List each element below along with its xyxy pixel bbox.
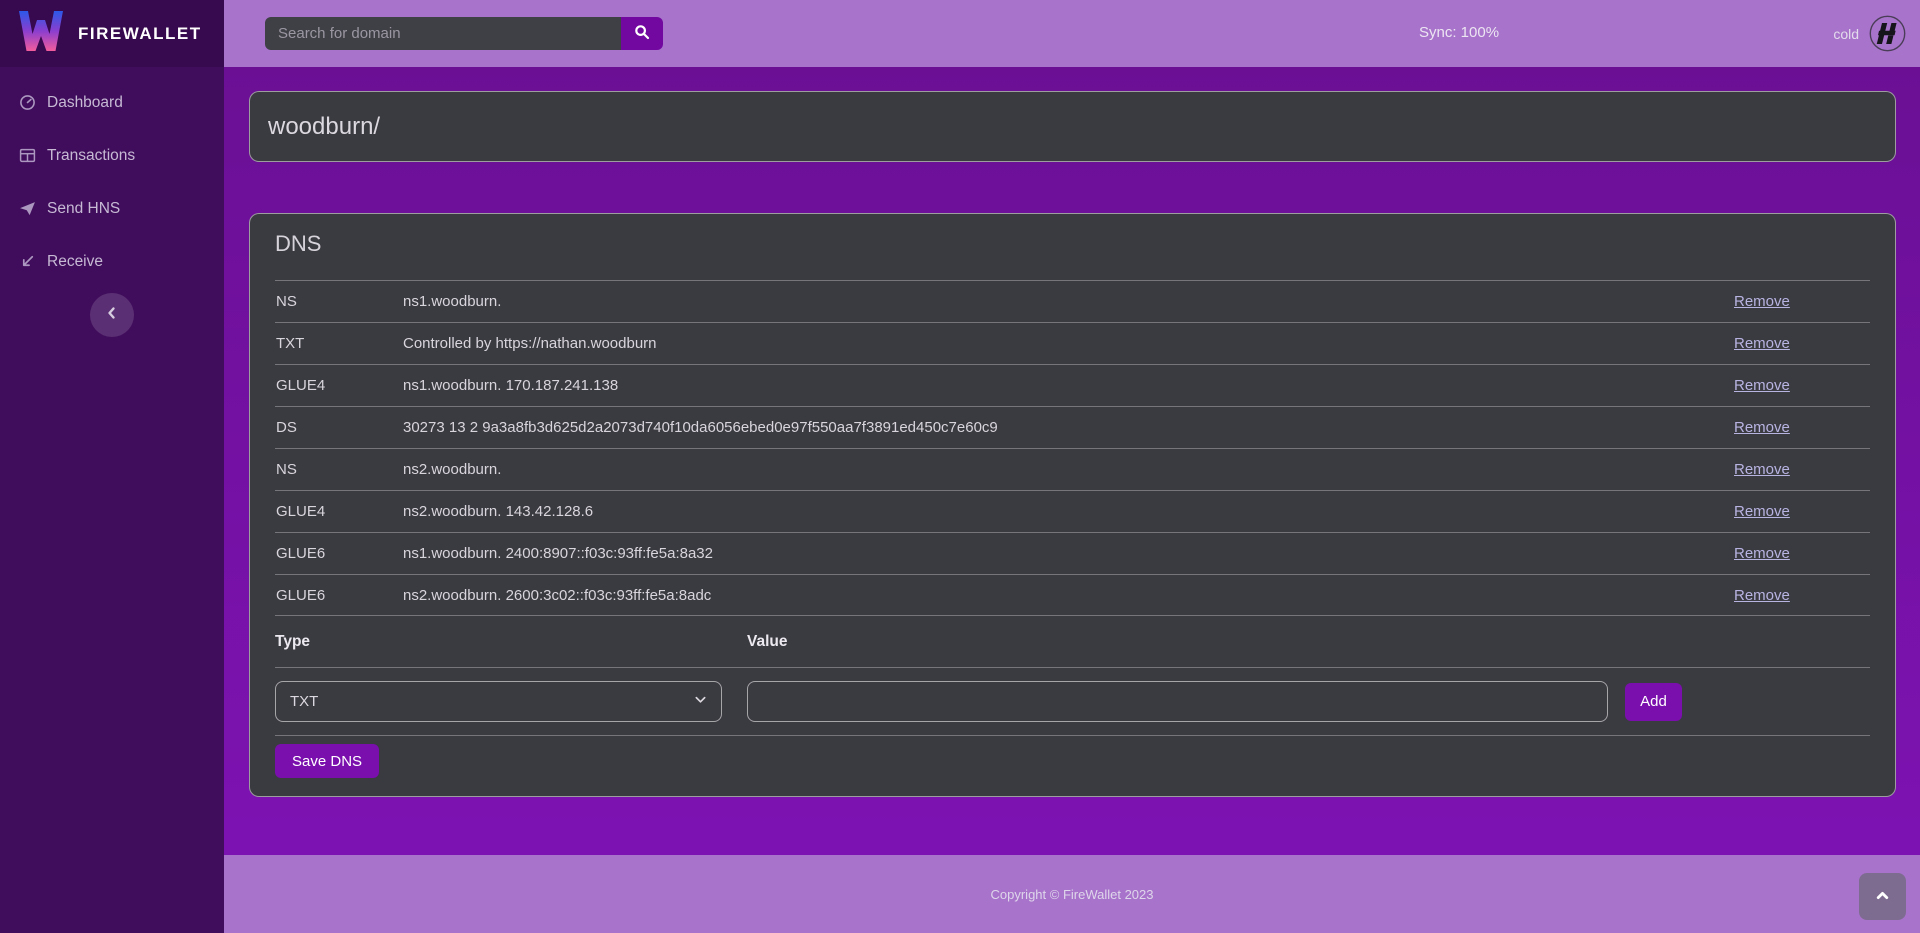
dns-record-row: NS ns1.woodburn. Remove bbox=[275, 280, 1870, 322]
sidebar-nav: Dashboard Transactions S bbox=[0, 81, 224, 283]
record-value: ns2.woodburn. 2600:3c02::f03c:93ff:fe5a:… bbox=[403, 587, 1734, 604]
record-type: GLUE6 bbox=[275, 545, 403, 562]
dns-record-row: DS 30273 13 2 9a3a8fb3d625d2a2073d740f10… bbox=[275, 406, 1870, 448]
record-value: ns1.woodburn. 2400:8907::f03c:93ff:fe5a:… bbox=[403, 545, 1734, 562]
remove-record-link[interactable]: Remove bbox=[1734, 377, 1790, 394]
add-record-header: Type Value bbox=[275, 616, 1870, 668]
dns-record-row: NS ns2.woodburn. Remove bbox=[275, 448, 1870, 490]
dns-card: DNS NS ns1.woodburn. Remove TXT Controll… bbox=[249, 213, 1896, 797]
search-input[interactable] bbox=[265, 17, 621, 50]
save-dns-button[interactable]: Save DNS bbox=[275, 744, 379, 778]
record-value: ns1.woodburn. 170.187.241.138 bbox=[403, 377, 1734, 394]
paper-plane-icon bbox=[19, 200, 36, 217]
add-record-form: TXT Add bbox=[275, 668, 1870, 736]
dns-record-row: GLUE4 ns2.woodburn. 143.42.128.6 Remove bbox=[275, 490, 1870, 532]
remove-record-link[interactable]: Remove bbox=[1734, 503, 1790, 520]
chevron-down-icon bbox=[694, 693, 707, 710]
dns-record-row: GLUE6 ns2.woodburn. 2600:3c02::f03c:93ff… bbox=[275, 574, 1870, 616]
dns-record-row: GLUE4 ns1.woodburn. 170.187.241.138 Remo… bbox=[275, 364, 1870, 406]
dns-records-table: NS ns1.woodburn. Remove TXT Controlled b… bbox=[275, 280, 1870, 616]
sidebar-item-send-hns[interactable]: Send HNS bbox=[0, 187, 224, 230]
footer: Copyright © FireWallet 2023 bbox=[224, 855, 1920, 933]
dns-card-title: DNS bbox=[250, 214, 1895, 258]
remove-record-link[interactable]: Remove bbox=[1734, 545, 1790, 562]
sidebar-item-label: Dashboard bbox=[47, 94, 123, 112]
sidebar-item-label: Send HNS bbox=[47, 200, 120, 218]
gauge-icon bbox=[19, 94, 36, 111]
brand[interactable]: FIREWALLET bbox=[0, 0, 224, 67]
sidebar-item-receive[interactable]: Receive bbox=[0, 240, 224, 283]
type-column-header: Type bbox=[275, 633, 747, 651]
domain-search bbox=[265, 17, 663, 50]
sidebar-collapse-button[interactable] bbox=[90, 293, 134, 337]
record-value: ns2.woodburn. bbox=[403, 461, 1734, 478]
topbar: Sync: 100% cold bbox=[224, 0, 1920, 67]
sidebar-item-label: Transactions bbox=[47, 147, 135, 165]
chevron-left-icon bbox=[105, 306, 119, 325]
record-type: NS bbox=[275, 293, 403, 310]
record-value: ns2.woodburn. 143.42.128.6 bbox=[403, 503, 1734, 520]
record-type: NS bbox=[275, 461, 403, 478]
record-type: GLUE6 bbox=[275, 587, 403, 604]
record-value: 30273 13 2 9a3a8fb3d625d2a2073d740f10da6… bbox=[403, 419, 1734, 436]
sidebar-item-transactions[interactable]: Transactions bbox=[0, 134, 224, 177]
main-content: woodburn/ DNS NS ns1.woodburn. Remove TX… bbox=[224, 67, 1920, 855]
dns-value-input[interactable] bbox=[747, 681, 1608, 722]
dns-record-row: TXT Controlled by https://nathan.woodbur… bbox=[275, 322, 1870, 364]
record-type: TXT bbox=[275, 335, 403, 352]
remove-record-link[interactable]: Remove bbox=[1734, 419, 1790, 436]
search-button[interactable] bbox=[621, 17, 663, 50]
record-type: DS bbox=[275, 419, 403, 436]
sidebar: FIREWALLET Dashboard bbox=[0, 0, 224, 933]
record-type: GLUE4 bbox=[275, 503, 403, 520]
dns-type-select[interactable]: TXT bbox=[275, 681, 722, 722]
sidebar-item-label: Receive bbox=[47, 253, 103, 271]
add-record-button[interactable]: Add bbox=[1625, 683, 1682, 721]
remove-record-link[interactable]: Remove bbox=[1734, 587, 1790, 604]
firewallet-app: Sync: 100% cold bbox=[0, 0, 1920, 933]
brand-name: FIREWALLET bbox=[78, 24, 202, 44]
scroll-to-top-button[interactable] bbox=[1859, 873, 1906, 920]
wallet-status: cold bbox=[1833, 0, 1906, 67]
dns-type-selected-value: TXT bbox=[290, 693, 318, 710]
record-value: Controlled by https://nathan.woodburn bbox=[403, 335, 1734, 352]
record-type: GLUE4 bbox=[275, 377, 403, 394]
search-icon bbox=[634, 24, 650, 43]
record-value: ns1.woodburn. bbox=[403, 293, 1734, 310]
wallet-name-label: cold bbox=[1833, 26, 1859, 42]
table-icon bbox=[19, 147, 36, 164]
chevron-up-icon bbox=[1875, 888, 1890, 906]
sidebar-item-dashboard[interactable]: Dashboard bbox=[0, 81, 224, 124]
value-column-header: Value bbox=[747, 633, 788, 651]
sync-status: Sync: 100% bbox=[1419, 24, 1499, 41]
remove-record-link[interactable]: Remove bbox=[1734, 335, 1790, 352]
handshake-logo-icon[interactable] bbox=[1869, 15, 1906, 52]
remove-record-link[interactable]: Remove bbox=[1734, 293, 1790, 310]
domain-title: woodburn/ bbox=[268, 113, 380, 141]
dns-record-row: GLUE6 ns1.woodburn. 2400:8907::f03c:93ff… bbox=[275, 532, 1870, 574]
firewallet-logo-icon bbox=[18, 10, 64, 57]
arrow-down-left-icon bbox=[19, 253, 36, 270]
domain-card: woodburn/ bbox=[249, 91, 1896, 162]
remove-record-link[interactable]: Remove bbox=[1734, 461, 1790, 478]
copyright-text: Copyright © FireWallet 2023 bbox=[224, 887, 1920, 902]
